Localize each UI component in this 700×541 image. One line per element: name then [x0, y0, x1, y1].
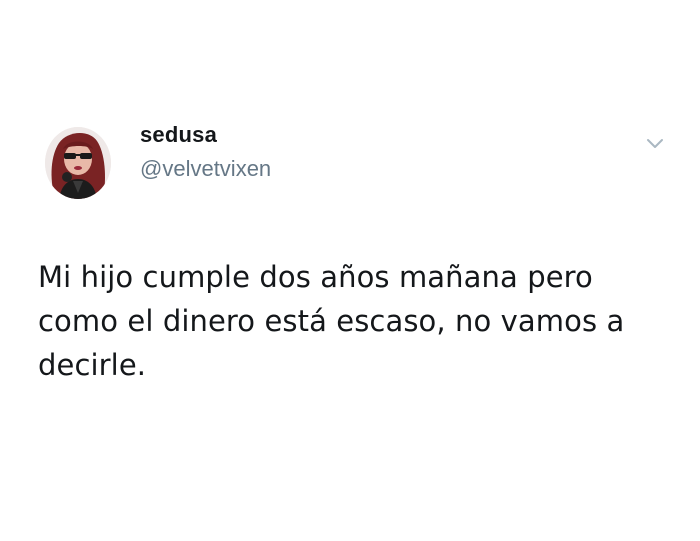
- user-handle[interactable]: @velvetvixen: [140, 154, 271, 184]
- avatar[interactable]: [45, 127, 111, 199]
- tweet-author[interactable]: sedusa @velvetvixen: [140, 120, 271, 184]
- display-name[interactable]: sedusa: [140, 120, 271, 150]
- chevron-down-icon[interactable]: [640, 130, 670, 156]
- avatar-image: [45, 127, 111, 199]
- tweet-text: Mi hijo cumple dos años mañana pero como…: [38, 260, 625, 382]
- tweet-header: sedusa @velvetvixen: [0, 0, 700, 215]
- tweet-card: sedusa @velvetvixen Mi hijo cumple dos a…: [0, 0, 700, 541]
